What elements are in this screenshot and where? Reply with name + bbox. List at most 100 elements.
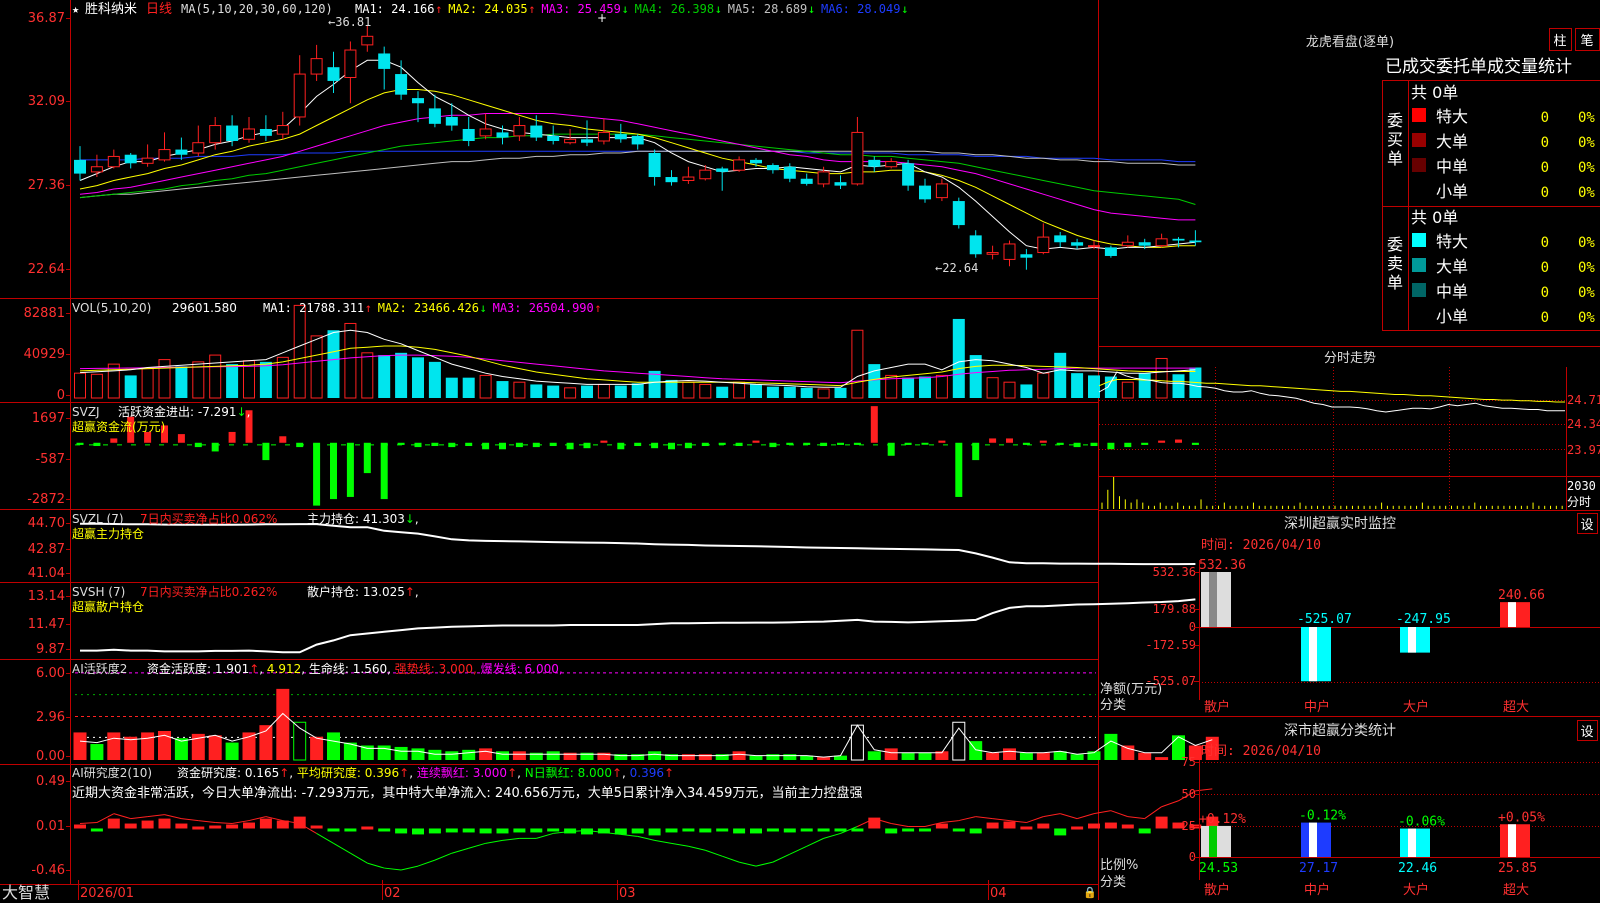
order-row-pct: 0% — [1578, 160, 1595, 176]
volume-bar-down — [750, 384, 762, 398]
ai-research-bar — [952, 828, 965, 832]
lock-icon[interactable]: 🔒 — [1083, 886, 1097, 899]
ai-research-line-seg — [147, 814, 165, 818]
svzj-bar — [346, 442, 354, 497]
volume-bar-up — [513, 381, 526, 399]
volume-bar-down — [1054, 352, 1067, 398]
svg-text:AI活跃度2: AI活跃度2 — [72, 661, 127, 676]
sell-label-char: 卖 — [1387, 254, 1403, 273]
volume-bar-down — [496, 381, 509, 398]
ai-research-bar — [1088, 823, 1100, 829]
svsh-header: SVSH (7) 7日内买卖净占比0.262% 散户持仓: 13.025↑, 超… — [72, 584, 419, 614]
period-label[interactable]: 日线 — [146, 2, 172, 17]
svzj-bar — [684, 442, 692, 449]
ai-research-line-seg — [451, 847, 469, 854]
ai-research-bar — [243, 822, 255, 829]
ai-research-line-seg — [975, 816, 993, 820]
svzj-bar — [262, 442, 270, 461]
ai-research-bar — [90, 828, 103, 832]
ai-research-axis-tick: 0.49 — [36, 774, 65, 789]
candle-body-down — [226, 125, 239, 141]
vol-legend-arrow: ↑ — [594, 301, 601, 315]
svzj-bar — [600, 440, 608, 443]
ai-activity-bar — [766, 754, 780, 760]
volume-bar-up — [158, 359, 171, 399]
classify-change-label: +0.12% — [1199, 812, 1246, 827]
svsh-chart — [80, 598, 1196, 654]
ai-research-bar — [783, 828, 796, 833]
volume-bar-down — [259, 361, 272, 398]
chart-canvas[interactable]: ★ 胜科纳米 日线 MA(5,10,20,30,60,120) MA1: 24.… — [0, 0, 1600, 902]
order-swatch — [1412, 233, 1426, 247]
volume-bar-down — [395, 352, 408, 398]
ai-activity-bar — [681, 754, 695, 760]
candle-body-up — [1155, 238, 1168, 247]
classify-value-label: 24.53 — [1199, 861, 1238, 876]
order-row-name: 小单 — [1436, 182, 1468, 201]
svzj-bar — [938, 440, 946, 443]
ai-research-bar — [175, 823, 188, 829]
ai-research-line-seg — [823, 832, 841, 839]
classify-settings-label[interactable]: 设 — [1580, 725, 1593, 740]
volume-bar-down — [868, 364, 881, 398]
svg-text:SVSH (7): SVSH (7) — [72, 585, 125, 599]
volume-bar-down — [614, 385, 627, 398]
svzl-axis-tick: 42.87 — [28, 542, 65, 557]
ai-research-line-seg — [1060, 813, 1078, 820]
brand-logo: 大智慧 — [2, 883, 50, 900]
ma-legend-item-6: MA6: 28.049 — [821, 2, 900, 16]
candle-body-up — [1037, 236, 1050, 254]
order-row-count: 0 — [1541, 235, 1549, 251]
candle-body-up — [243, 128, 255, 140]
crosshair-icon: + — [597, 11, 607, 25]
monitor-cat-label: 中户 — [1304, 699, 1330, 715]
volume-bar-up — [90, 373, 103, 399]
classify-cat-label: 超大 — [1503, 883, 1529, 898]
ai-active-axis-tick: 0.00 — [36, 749, 65, 764]
candle-body-down — [1020, 254, 1033, 258]
volume-bar-down — [631, 383, 644, 398]
ai-activity-bar — [73, 732, 87, 760]
ai-activity-bar — [918, 752, 932, 760]
ai-research-line-seg — [1093, 810, 1111, 815]
ma-legend-arrow: ↓ — [715, 2, 722, 16]
candle-body-down — [74, 159, 86, 174]
ai-activity-bar — [648, 751, 662, 760]
ai-activity-bar — [107, 732, 121, 760]
svzj-bar — [566, 442, 574, 450]
ai-research-line-seg — [671, 842, 689, 847]
ai-research-bar — [919, 828, 931, 832]
candle-body-down — [1104, 247, 1117, 256]
ai-research-bar — [327, 828, 340, 832]
candle-body-down — [614, 134, 627, 140]
ai-research-line-seg — [772, 853, 791, 863]
svzj-bar — [735, 442, 743, 447]
svsh-axis-tick: 11.47 — [28, 617, 65, 632]
bar-mode-button-label[interactable]: 柱 — [1553, 34, 1566, 49]
ai-research-line-seg — [468, 842, 486, 849]
monitor-settings-label[interactable]: 设 — [1580, 518, 1593, 533]
candle-body-down — [952, 201, 965, 226]
svzj-bar — [701, 442, 709, 447]
ai-research-line-seg — [755, 861, 774, 867]
vol-legend-arrow: ↑ — [365, 301, 372, 315]
buy-label-char: 买 — [1387, 130, 1403, 149]
ai-research-line-seg — [384, 867, 402, 871]
ai-research-bar — [716, 828, 729, 832]
svg-text:VOL(5,10,20): VOL(5,10,20) — [72, 301, 151, 315]
order-row-count: 0 — [1541, 160, 1549, 176]
ai-research-bar — [259, 818, 272, 829]
ai-research-bar — [885, 828, 898, 834]
main-header: ★ 胜科纳米 日线 MA(5,10,20,30,60,120) MA1: 24.… — [72, 2, 908, 17]
ai-activity-bar — [1070, 754, 1084, 760]
main-axis-tick: 27.36 — [28, 178, 65, 193]
favorite-star-icon[interactable]: ★ — [72, 2, 79, 16]
ai-research-bar — [1037, 823, 1050, 829]
tick-mode-button-label[interactable]: 笔 — [1580, 33, 1593, 49]
candle-body-up — [293, 73, 306, 118]
monitor-unit: 净额(万元) — [1100, 682, 1162, 697]
classify-cat: 分类 — [1100, 875, 1126, 890]
svzj-bar — [837, 442, 844, 445]
ai-activity-bar — [884, 748, 898, 760]
ai-research-bar — [496, 828, 509, 834]
